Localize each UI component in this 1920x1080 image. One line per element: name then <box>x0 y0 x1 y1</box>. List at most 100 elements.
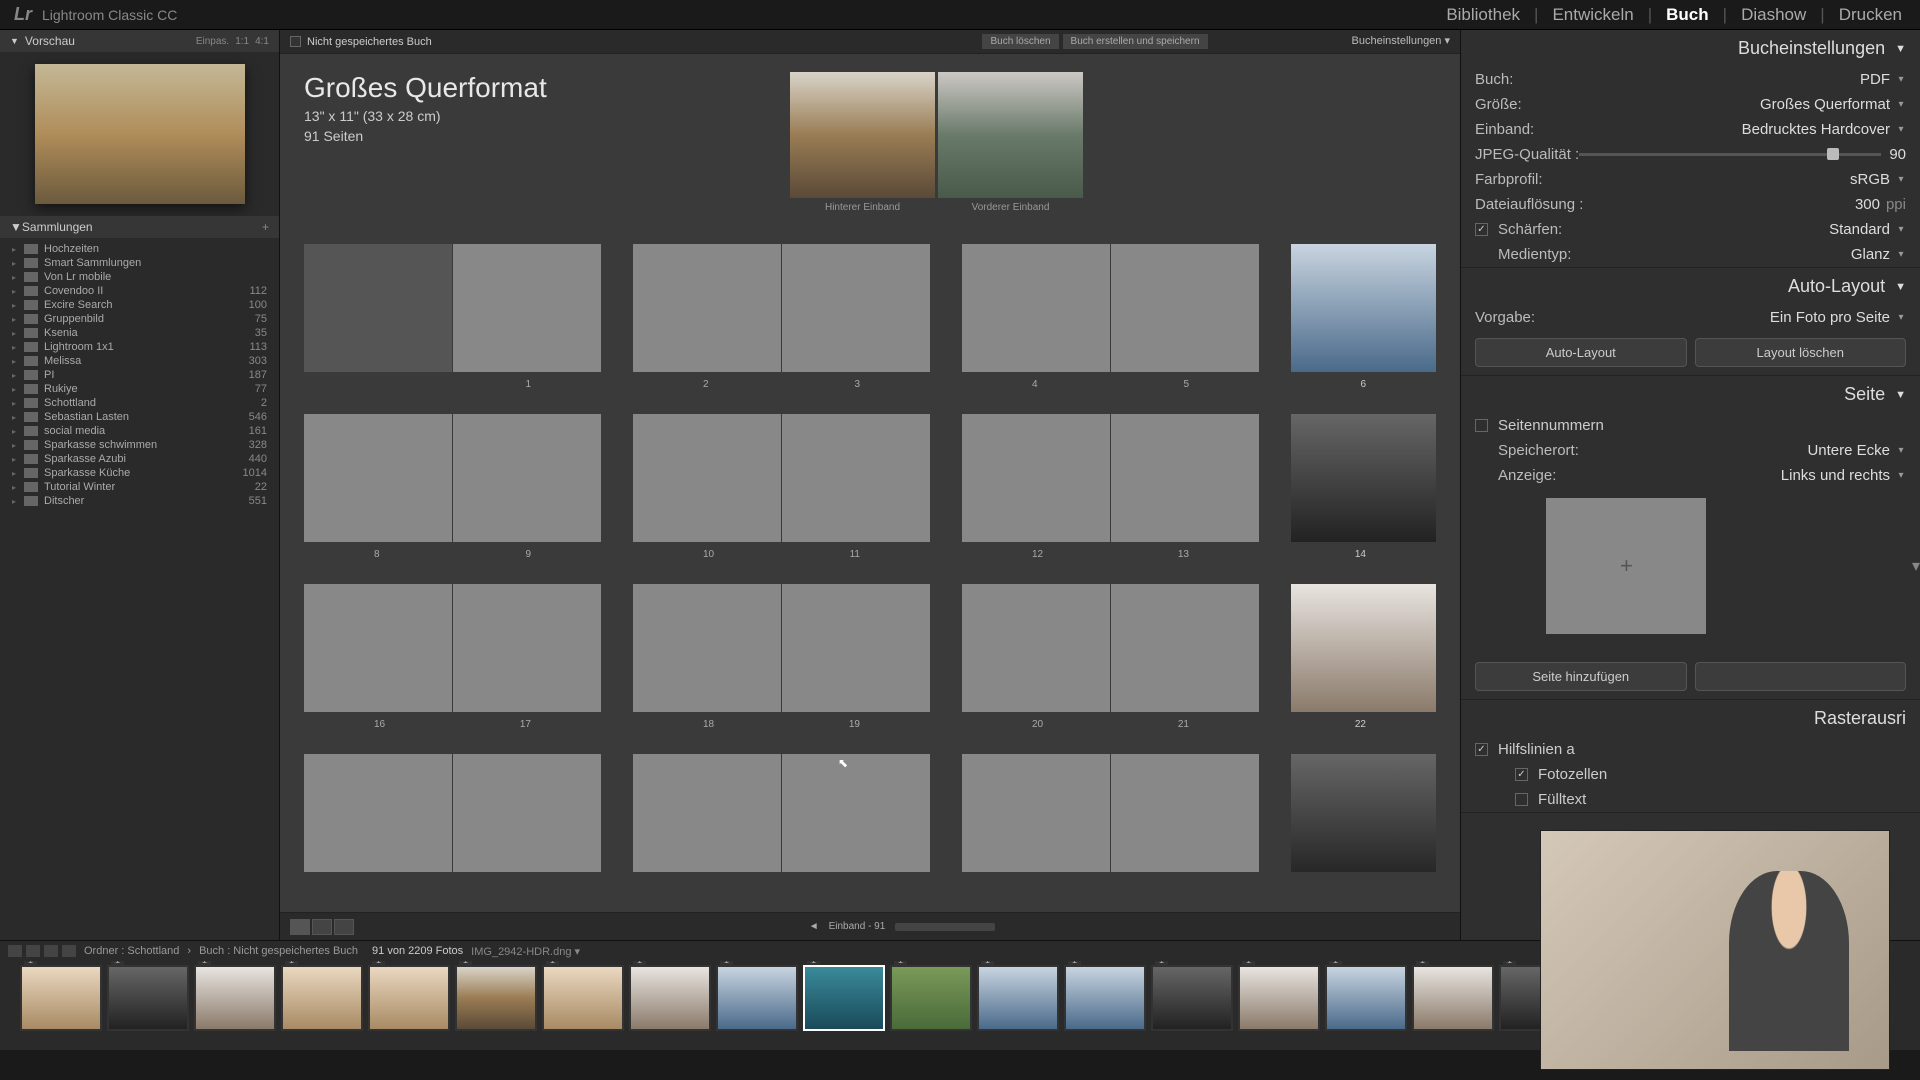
page-10[interactable] <box>633 414 781 542</box>
collection-item[interactable]: ▸Ditscher551 <box>0 494 279 508</box>
collection-item[interactable]: ▸Melissa303 <box>0 354 279 368</box>
spread[interactable]: 8 9 <box>304 414 601 542</box>
color-profile-value[interactable]: sRGB <box>1850 171 1890 188</box>
book-settings-header[interactable]: Bucheinstellungen ▼ <box>1461 30 1920 67</box>
page-numbers-checkbox[interactable] <box>1475 419 1488 432</box>
collection-item[interactable]: ▸Sebastian Lasten546 <box>0 410 279 424</box>
front-cover-page[interactable] <box>938 72 1083 198</box>
page[interactable] <box>453 754 601 872</box>
collection-item[interactable]: ▸Gruppenbild75 <box>0 312 279 326</box>
filmstrip-thumb[interactable]: 1 <box>194 965 276 1031</box>
page-8[interactable] <box>304 414 452 542</box>
filmstrip-thumb[interactable]: 1 <box>1151 965 1233 1031</box>
filmstrip-thumb[interactable]: 1 <box>1238 965 1320 1031</box>
module-develop[interactable]: Entwickeln <box>1548 5 1637 25</box>
page-panel-header[interactable]: Seite ▼ <box>1461 376 1920 413</box>
page[interactable] <box>1111 754 1259 872</box>
book-settings-link[interactable]: Bucheinstellungen ▾ <box>1352 34 1450 49</box>
delete-book-button[interactable]: Buch löschen <box>982 34 1058 49</box>
filmstrip-thumb[interactable]: 1 <box>542 965 624 1031</box>
filmstrip-thumb[interactable]: 1 <box>1064 965 1146 1031</box>
page-13[interactable] <box>1111 414 1259 542</box>
filmstrip-thumb[interactable]: 1 <box>20 965 102 1031</box>
main-window-icon[interactable] <box>8 945 22 957</box>
grid-view-button[interactable] <box>290 919 310 935</box>
page-3[interactable] <box>782 244 930 372</box>
spread[interactable] <box>962 754 1259 872</box>
module-book[interactable]: Buch <box>1662 5 1713 25</box>
spread[interactable] <box>633 754 930 872</box>
prev-page-icon[interactable]: ◄ <box>809 921 819 932</box>
cover-value[interactable]: Bedrucktes Hardcover <box>1742 121 1890 138</box>
collection-item[interactable]: ▸Hochzeiten <box>0 242 279 256</box>
spread[interactable]: 16 17 <box>304 584 601 712</box>
single-view-button[interactable] <box>334 919 354 935</box>
page-6[interactable] <box>1291 244 1436 372</box>
spread[interactable]: 2 3 <box>633 244 930 372</box>
spread[interactable]: 20 21 <box>962 584 1259 712</box>
module-slideshow[interactable]: Diashow <box>1737 5 1810 25</box>
filmstrip-thumb[interactable]: 1 <box>890 965 972 1031</box>
page-1[interactable] <box>453 244 601 372</box>
filmstrip-thumb[interactable]: 1 <box>281 965 363 1031</box>
collection-item[interactable]: ▸Sparkasse Küche1014 <box>0 466 279 480</box>
collection-item[interactable]: ▸Covendoo II112 <box>0 284 279 298</box>
book-type-value[interactable]: PDF <box>1860 71 1890 88</box>
filmstrip-thumb[interactable]: 1 <box>368 965 450 1031</box>
grid-snap-header[interactable]: Rasterausri <box>1461 700 1920 737</box>
grid-icon[interactable] <box>44 945 58 957</box>
collection-item[interactable]: ▸PI187 <box>0 368 279 382</box>
page-template-preview[interactable]: + <box>1546 498 1706 634</box>
page-11[interactable] <box>782 414 930 542</box>
module-print[interactable]: Drucken <box>1835 5 1906 25</box>
sort-icon[interactable] <box>62 945 76 957</box>
spread[interactable] <box>1291 754 1436 872</box>
media-type-value[interactable]: Glanz <box>1851 246 1890 263</box>
zoom-4-1[interactable]: 4:1 <box>255 36 269 47</box>
dropdown-icon[interactable]: ▾ <box>1896 312 1906 323</box>
jpeg-quality-value[interactable]: 90 <box>1889 146 1906 163</box>
collection-item[interactable]: ▸Schottland2 <box>0 396 279 410</box>
page-2[interactable] <box>633 244 781 372</box>
sharpen-value[interactable]: Standard <box>1829 221 1890 238</box>
page[interactable] <box>782 754 930 872</box>
module-library[interactable]: Bibliothek <box>1442 5 1524 25</box>
collection-item[interactable]: ▸Smart Sammlungen <box>0 256 279 270</box>
filmstrip-thumb[interactable]: 1 <box>1325 965 1407 1031</box>
add-blank-button[interactable] <box>1695 662 1907 691</box>
page[interactable] <box>962 754 1110 872</box>
sharpen-checkbox[interactable] <box>1475 223 1488 236</box>
page-4[interactable] <box>962 244 1110 372</box>
collection-item[interactable]: ▸Sparkasse Azubi440 <box>0 452 279 466</box>
page-16[interactable] <box>304 584 452 712</box>
spread[interactable]: 6 <box>1291 244 1436 372</box>
navigator-preview[interactable] <box>35 64 245 204</box>
filmstrip-thumb[interactable]: 1 <box>629 965 711 1031</box>
page[interactable] <box>304 754 452 872</box>
dropdown-icon[interactable]: ▾ <box>1896 74 1906 85</box>
dropdown-icon[interactable]: ▾ <box>1896 99 1906 110</box>
second-window-icon[interactable] <box>26 945 40 957</box>
guides-checkbox[interactable] <box>1475 743 1488 756</box>
page[interactable] <box>633 754 781 872</box>
page-12[interactable] <box>962 414 1110 542</box>
page-9[interactable] <box>453 414 601 542</box>
collection-item[interactable]: ▸social media161 <box>0 424 279 438</box>
auto-layout-header[interactable]: Auto-Layout ▼ <box>1461 268 1920 305</box>
preset-value[interactable]: Ein Foto pro Seite <box>1770 309 1890 326</box>
page-20[interactable] <box>962 584 1110 712</box>
spread[interactable]: 10 11 <box>633 414 930 542</box>
page-17[interactable] <box>453 584 601 712</box>
spread[interactable]: 18 19 <box>633 584 930 712</box>
collection-item[interactable]: ▸Excire Search100 <box>0 298 279 312</box>
size-value[interactable]: Großes Querformat <box>1760 96 1890 113</box>
filmstrip-path-folder[interactable]: Ordner : Schottland <box>84 945 179 957</box>
book-saved-checkbox[interactable] <box>290 36 301 47</box>
collection-item[interactable]: ▸Ksenia35 <box>0 326 279 340</box>
spread-view-button[interactable] <box>312 919 332 935</box>
filmstrip-thumb[interactable]: 1 <box>716 965 798 1031</box>
zoom-1-1[interactable]: 1:1 <box>235 36 249 47</box>
auto-layout-button[interactable]: Auto-Layout <box>1475 338 1687 367</box>
save-book-button[interactable]: Buch erstellen und speichern <box>1063 34 1208 49</box>
collections-header[interactable]: ▼ Sammlungen + <box>0 216 279 238</box>
